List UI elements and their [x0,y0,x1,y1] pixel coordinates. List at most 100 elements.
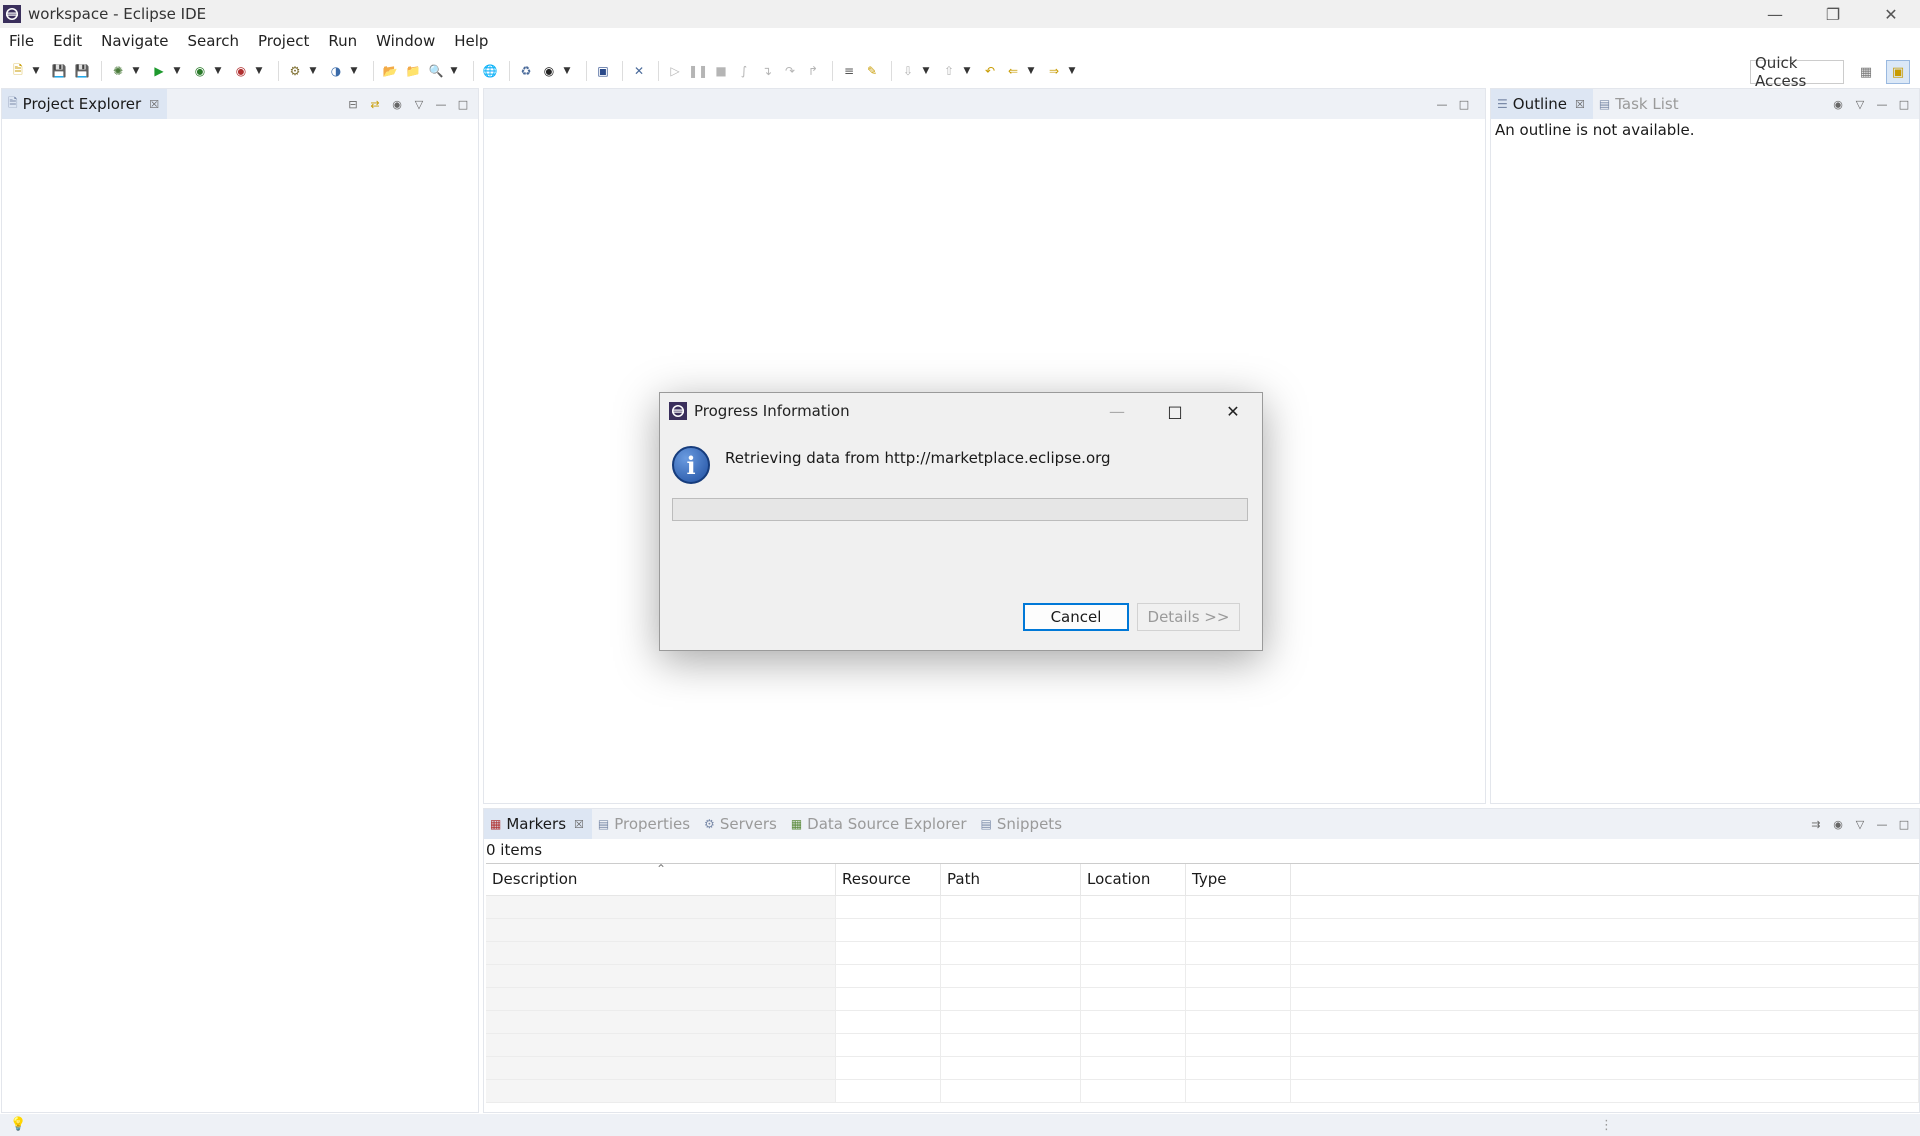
tab-properties[interactable]: ▤ Properties [592,809,698,839]
tab-outline[interactable]: ☰ Outline ☒ [1491,89,1593,119]
menu-project[interactable]: Project [258,32,309,50]
dialog-title: Progress Information [694,402,850,420]
minimize-view-icon[interactable]: — [1873,95,1891,113]
column-description[interactable]: Description ⌃ [486,862,836,895]
new-class-icon[interactable]: ◑ [326,61,346,81]
step-into-icon[interactable]: ↴ [757,61,777,81]
new-icon[interactable]: 🗎 [8,61,28,81]
dialog-maximize-icon[interactable]: □ [1146,393,1204,429]
focus-icon[interactable]: ◉ [1829,95,1847,113]
column-resource[interactable]: Resource [836,864,941,895]
profile-icon[interactable]: ◉ [539,61,559,81]
mark-occurrences-icon[interactable]: ✎ [862,61,882,81]
open-folder-icon[interactable]: 📁 [403,61,423,81]
tab-project-explorer[interactable]: 🗎 Project Explorer ☒ [2,89,168,119]
filter-icon[interactable]: ⇉ [1807,815,1825,833]
new-class-dropdown-icon[interactable]: ▼ [349,61,359,81]
prev-annotation-icon[interactable]: ⇧ [939,61,959,81]
close-outline-icon[interactable]: ☒ [1575,98,1585,111]
search-icon[interactable]: 🔍 [426,61,446,81]
minimize-view-icon[interactable]: — [1873,815,1891,833]
open-type-icon[interactable]: 📂 [380,61,400,81]
link-editor-icon[interactable]: ⇄ [366,95,384,113]
dialog-close-icon[interactable]: ✕ [1204,393,1262,429]
pin-icon[interactable]: ✕ [629,61,649,81]
view-menu-icon[interactable]: ▽ [1851,815,1869,833]
step-over-icon[interactable]: ↷ [780,61,800,81]
run-dropdown-icon[interactable]: ▼ [172,61,182,81]
resume-icon[interactable]: ▷ [665,61,685,81]
focus-icon[interactable]: ◉ [1829,815,1847,833]
prev-annotation-dropdown-icon[interactable]: ▼ [962,61,972,81]
javaee-perspective-icon[interactable]: ▣ [1886,60,1910,84]
cancel-button[interactable]: Cancel [1023,603,1129,631]
menu-navigate[interactable]: Navigate [101,32,168,50]
close-tab-icon[interactable]: ☒ [149,98,159,111]
lightbulb-icon[interactable]: 💡 [10,1117,26,1132]
toggle-ws-icon[interactable]: ≡ [839,61,859,81]
column-type[interactable]: Type [1186,864,1291,895]
external-tools-dropdown-icon[interactable]: ▼ [254,61,264,81]
menu-help[interactable]: Help [454,32,488,50]
web-browser-icon[interactable]: 🌐 [480,61,500,81]
quick-access-field[interactable]: Quick Access [1750,54,1844,90]
menu-window[interactable]: Window [376,32,435,50]
minimize-icon[interactable]: — [1746,0,1804,28]
focus-icon[interactable]: ◉ [388,95,406,113]
search-dropdown-icon[interactable]: ▼ [449,61,459,81]
last-edit-icon[interactable]: ↶ [980,61,1000,81]
view-menu-icon[interactable]: ▽ [1851,95,1869,113]
coverage-icon[interactable]: ◉ [190,61,210,81]
next-annotation-dropdown-icon[interactable]: ▼ [921,61,931,81]
maximize-editor-icon[interactable]: □ [1455,95,1473,113]
tab-markers[interactable]: ▦ Markers ☒ [484,809,592,839]
maximize-view-icon[interactable]: □ [454,95,472,113]
terminate-icon[interactable]: ■ [711,61,731,81]
progress-dialog: Progress Information — □ ✕ i Retrieving … [659,392,1263,651]
menu-search[interactable]: Search [187,32,239,50]
new-dropdown-icon[interactable]: ▼ [31,61,41,81]
column-path[interactable]: Path [941,864,1081,895]
debug-dropdown-icon[interactable]: ▼ [131,61,141,81]
column-location[interactable]: Location [1081,864,1186,895]
sort-ascending-icon: ⌃ [656,862,667,876]
forward-dropdown-icon[interactable]: ▼ [1067,61,1077,81]
close-icon[interactable]: ✕ [1862,0,1920,28]
dialog-minimize-icon[interactable]: — [1088,393,1146,429]
minimize-view-icon[interactable]: — [432,95,450,113]
disconnect-icon[interactable]: ∫ [734,61,754,81]
next-annotation-icon[interactable]: ⇩ [898,61,918,81]
details-button[interactable]: Details >> [1137,603,1240,631]
step-return-icon[interactable]: ↱ [803,61,823,81]
coverage-dropdown-icon[interactable]: ▼ [213,61,223,81]
profile-dropdown-icon[interactable]: ▼ [562,61,572,81]
tab-data-source-explorer[interactable]: ▦ Data Source Explorer [785,809,975,839]
terminal-icon[interactable]: ▣ [593,61,613,81]
suspend-icon[interactable]: ❚❚ [688,61,708,81]
maximize-view-icon[interactable]: □ [1895,815,1913,833]
back-icon[interactable]: ⇐ [1003,61,1023,81]
external-tools-icon[interactable]: ◉ [231,61,251,81]
restore-icon[interactable]: ❐ [1804,0,1862,28]
dependency-icon[interactable]: ♻ [516,61,536,81]
new-server-icon[interactable]: ⚙ [285,61,305,81]
tab-servers[interactable]: ⚙ Servers [698,809,785,839]
tab-task-list[interactable]: ▤ Task List [1593,89,1687,119]
run-icon[interactable]: ▶ [149,61,169,81]
new-server-dropdown-icon[interactable]: ▼ [308,61,318,81]
save-all-icon[interactable]: 💾 [72,61,92,81]
menu-file[interactable]: File [9,32,34,50]
tab-snippets[interactable]: ▤ Snippets [975,809,1071,839]
forward-icon[interactable]: ⇒ [1044,61,1064,81]
view-menu-icon[interactable]: ▽ [410,95,428,113]
back-dropdown-icon[interactable]: ▼ [1026,61,1036,81]
collapse-all-icon[interactable]: ⊟ [344,95,362,113]
close-markers-icon[interactable]: ☒ [574,818,584,831]
minimize-editor-icon[interactable]: — [1433,95,1451,113]
debug-icon[interactable]: ✺ [108,61,128,81]
maximize-view-icon[interactable]: □ [1895,95,1913,113]
menu-run[interactable]: Run [328,32,357,50]
save-icon[interactable]: 💾 [49,61,69,81]
open-perspective-icon[interactable]: ▦ [1854,60,1878,84]
menu-edit[interactable]: Edit [53,32,82,50]
